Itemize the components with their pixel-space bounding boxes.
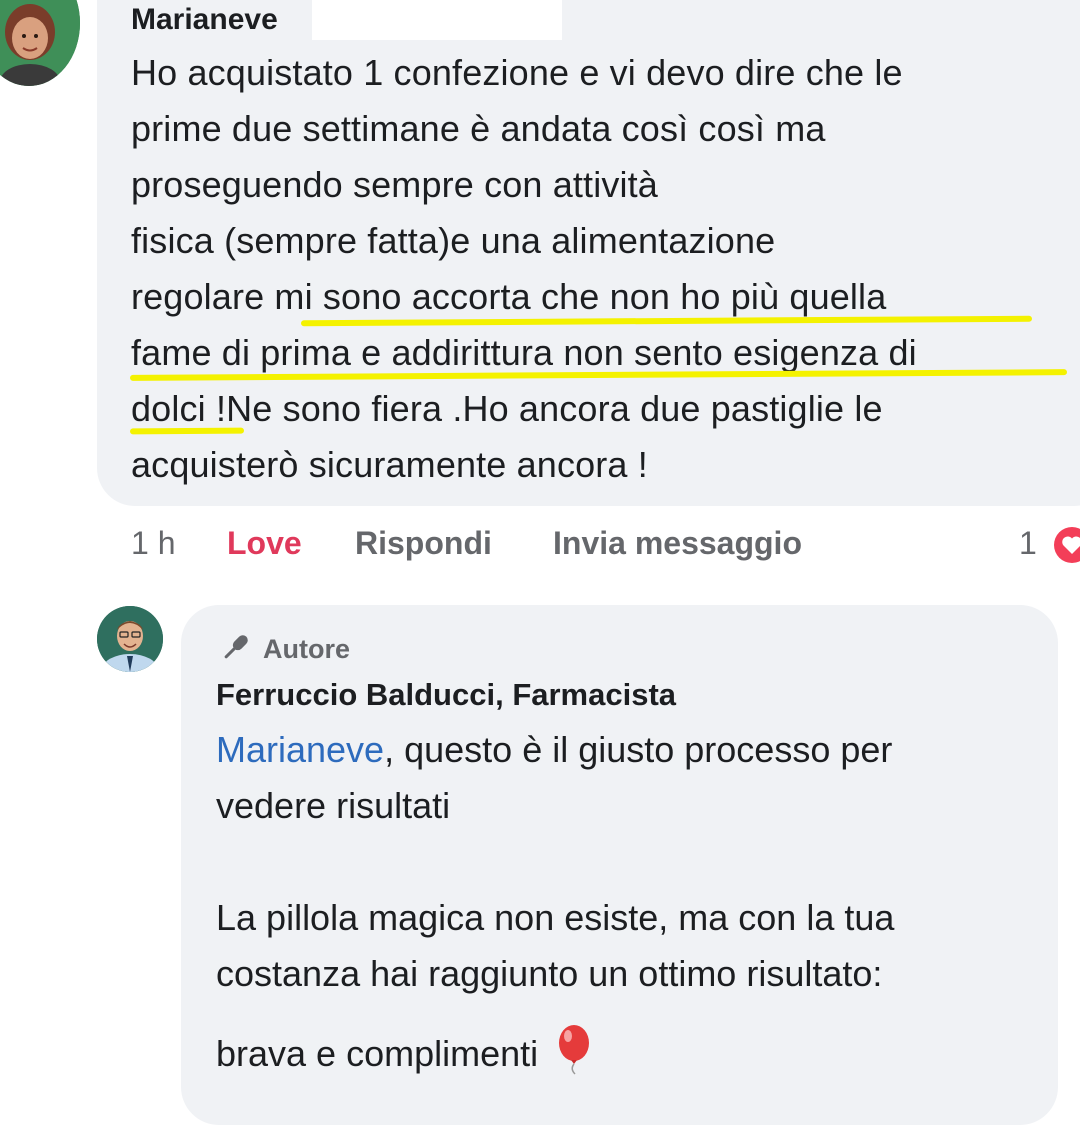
- reply-line: La pillola magica non esiste, ma con la …: [216, 897, 895, 938]
- balloon-icon: [554, 1024, 594, 1086]
- highlight-underline: [129, 427, 245, 435]
- comment-line: prime due settimane è andata così così m…: [131, 108, 826, 149]
- love-button[interactable]: Love: [227, 524, 302, 562]
- comment-line: Ho acquistato 1 confezione e vi devo dir…: [131, 52, 903, 93]
- reaction-count[interactable]: 1: [1019, 524, 1037, 562]
- microphone-icon: [217, 630, 253, 666]
- reply-line: costanza hai raggiunto un ottimo risulta…: [216, 953, 883, 994]
- comment-author[interactable]: Marianeve: [131, 2, 278, 38]
- reply-line: brava e complimenti: [216, 1024, 594, 1086]
- comment-line: dolci !Ne sono fiera .Ho ancora due past…: [131, 388, 883, 429]
- comment-line: regolare mi sono accorta che non ho più …: [131, 276, 887, 317]
- reply-author[interactable]: Ferruccio Balducci, Farmacista: [216, 676, 676, 714]
- reply-line: Marianeve, questo è il giusto processo p…: [216, 729, 893, 770]
- mention-link[interactable]: Marianeve: [216, 729, 384, 770]
- redacted-surname: [312, 0, 562, 40]
- comment-time: 1 h: [131, 525, 176, 561]
- author-badge: Autore: [263, 634, 350, 664]
- heart-icon[interactable]: [1050, 523, 1080, 567]
- comment-line: acquisterò sicuramente ancora !: [131, 444, 648, 485]
- reply-button[interactable]: Rispondi: [355, 524, 492, 562]
- comment-line: fisica (sempre fatta)e una alimentazione: [131, 220, 776, 261]
- comment-line: fame di prima e addirittura non sento es…: [131, 332, 917, 373]
- avatar[interactable]: [97, 606, 163, 672]
- send-message-button[interactable]: Invia messaggio: [553, 524, 802, 562]
- comment-line: proseguendo sempre con attività: [131, 164, 658, 205]
- avatar[interactable]: [0, 0, 80, 86]
- reply-line: vedere risultati: [216, 785, 451, 826]
